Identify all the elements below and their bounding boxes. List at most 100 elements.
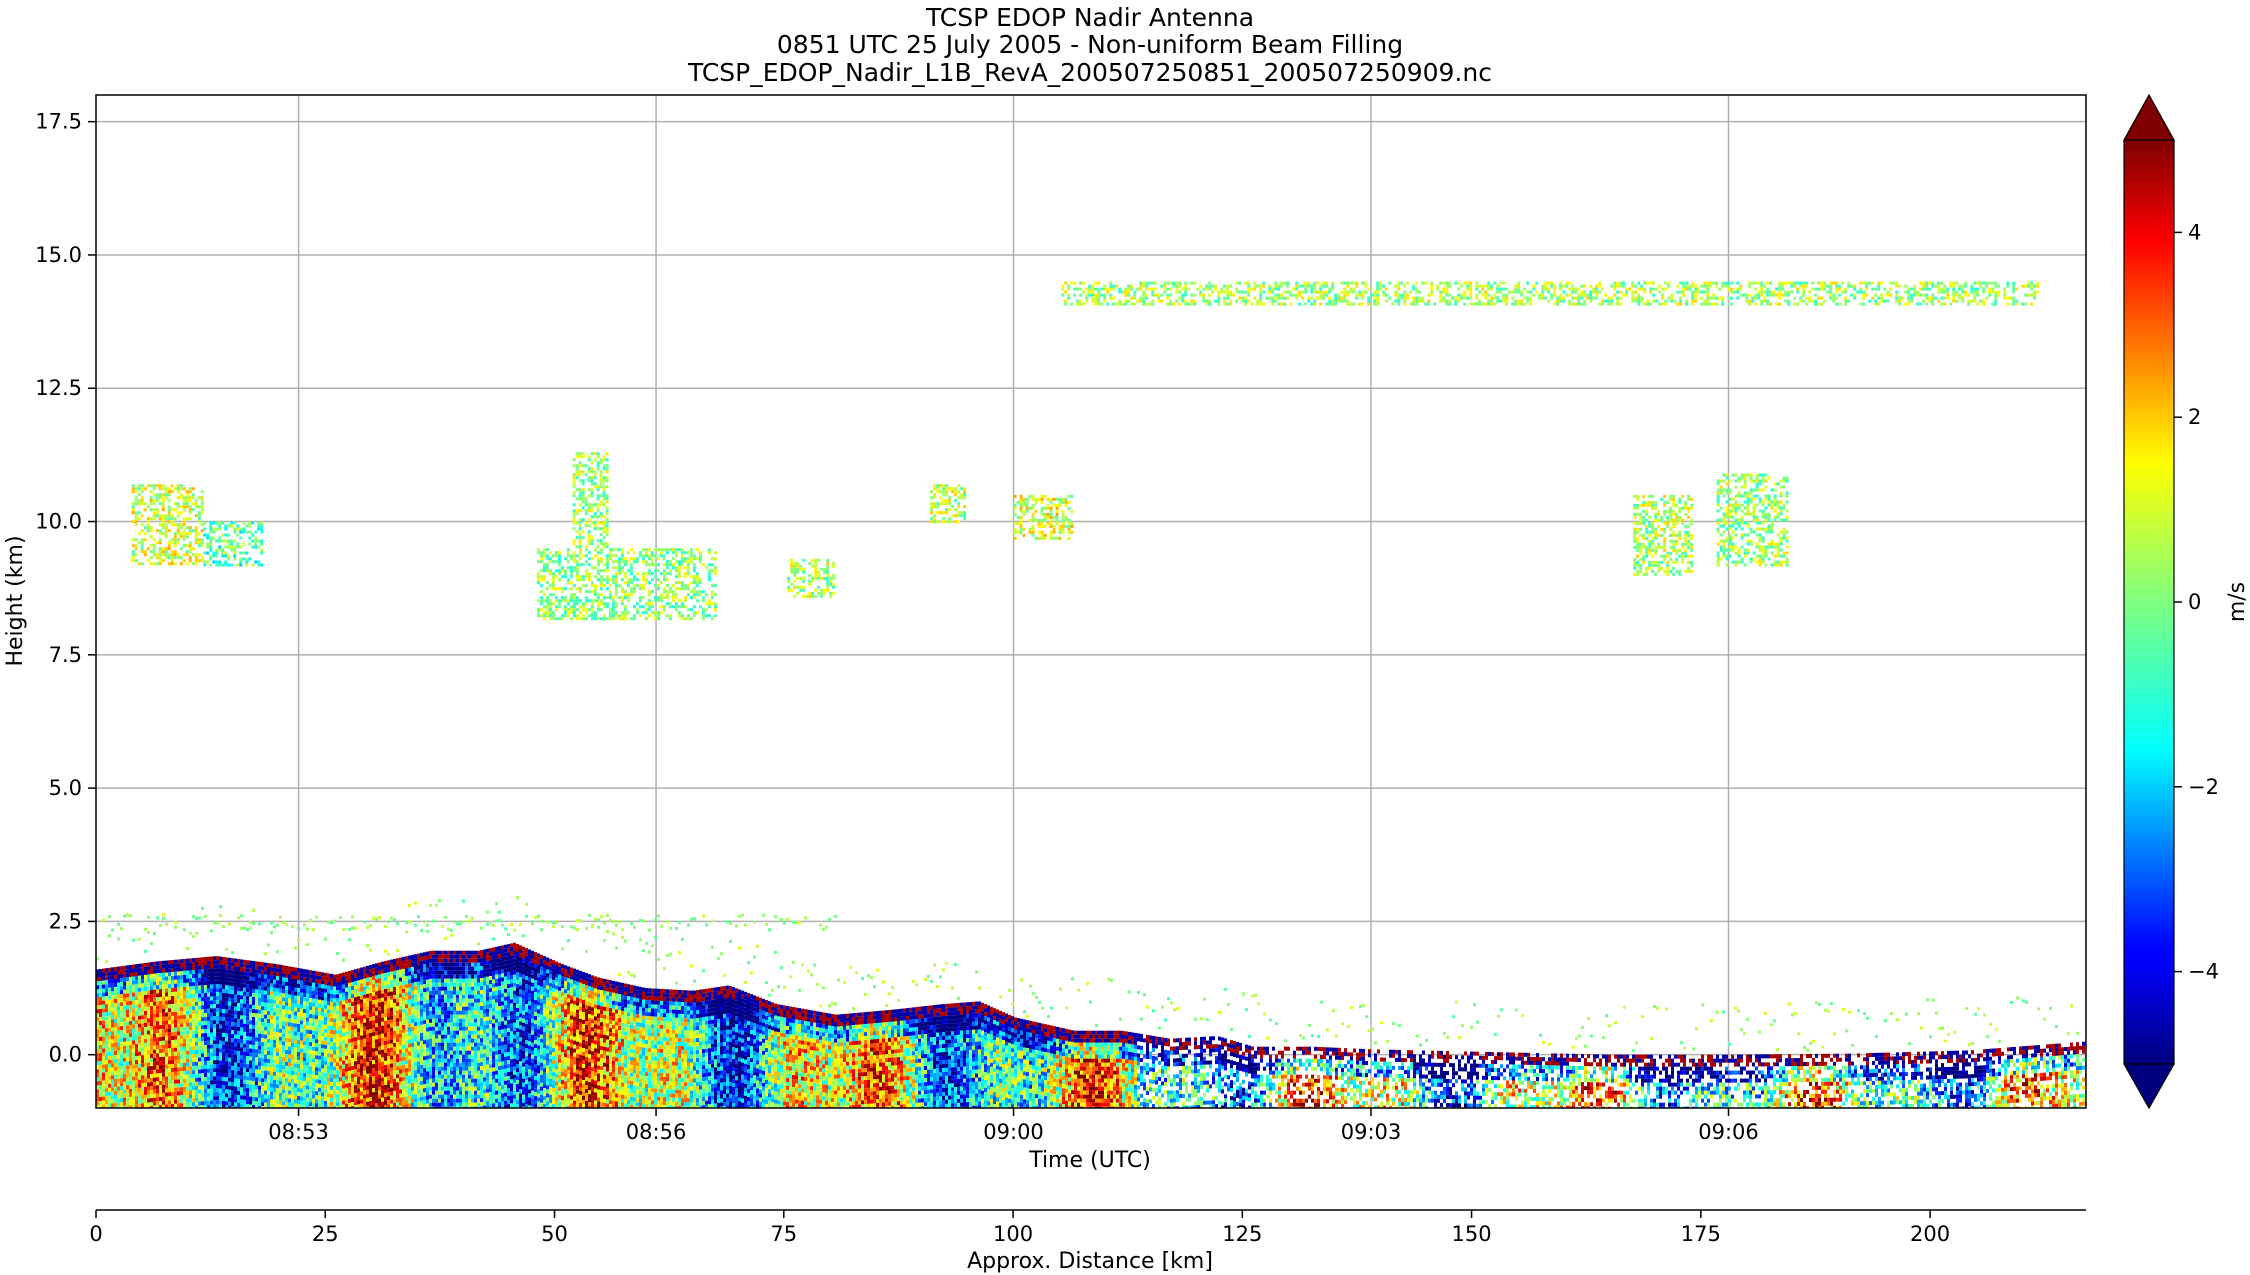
velocity-cell [174, 1019, 177, 1024]
velocity-cell [354, 1049, 357, 1054]
velocity-cell [378, 1030, 381, 1035]
velocity-cell [273, 1075, 276, 1080]
velocity-cell [195, 993, 198, 998]
velocity-cell [435, 1054, 438, 1059]
velocity-cell [183, 958, 186, 963]
velocity-cell [444, 1082, 447, 1087]
chart-title-line-2: 0851 UTC 25 July 2005 - Non-uniform Beam… [777, 30, 1403, 59]
velocity-cell [270, 1071, 273, 1076]
velocity-cell [489, 1060, 492, 1065]
velocity-cell [216, 964, 219, 969]
velocity-cell [366, 1061, 369, 1066]
velocity-cell [399, 1013, 402, 1018]
velocity-cell [183, 1002, 186, 1007]
velocity-cell [129, 1040, 132, 1045]
velocity-cell [486, 1100, 489, 1105]
velocity-cell [279, 1008, 282, 1013]
velocity-cell [204, 993, 207, 998]
velocity-cell [231, 1034, 234, 1039]
velocity-cell [432, 1062, 435, 1067]
velocity-cell [357, 976, 360, 981]
velocity-cell [336, 1006, 339, 1011]
velocity-cell [423, 996, 426, 1001]
velocity-cell [414, 1006, 417, 1011]
velocity-cell [102, 968, 105, 973]
velocity-cell [258, 1037, 261, 1042]
plot-background [96, 95, 2086, 1108]
velocity-cell [207, 972, 210, 977]
velocity-cell [258, 1017, 261, 1022]
velocity-cell [201, 1077, 204, 1082]
velocity-cell [177, 1047, 180, 1052]
velocity-cell [255, 1093, 258, 1098]
velocity-cell [405, 1100, 408, 1105]
velocity-cell [270, 967, 273, 972]
velocity-cell [129, 1084, 132, 1089]
velocity-cell [339, 977, 342, 982]
velocity-cell [147, 1070, 150, 1075]
velocity-cell [294, 1043, 297, 1048]
velocity-cell [174, 999, 177, 1004]
velocity-cell [264, 1062, 267, 1067]
velocity-cell [189, 1086, 192, 1091]
velocity-cell [267, 963, 270, 968]
velocity-cell [468, 962, 471, 967]
velocity-cell [324, 976, 327, 981]
velocity-cell [465, 978, 468, 983]
velocity-cell [222, 1080, 225, 1085]
velocity-cell [252, 1012, 255, 1017]
velocity-cell [447, 1038, 450, 1043]
velocity-cell [231, 974, 234, 979]
velocity-cell [489, 1028, 492, 1033]
velocity-cell [102, 1024, 105, 1029]
velocity-cell [105, 1024, 108, 1029]
velocity-cell [183, 1010, 186, 1015]
velocity-cell [372, 1076, 375, 1081]
velocity-cell [255, 1061, 258, 1066]
velocity-cell [252, 996, 255, 1001]
velocity-cell [264, 1078, 267, 1083]
velocity-cell [324, 1096, 327, 1101]
velocity-cell [243, 1103, 246, 1108]
velocity-cell [360, 1015, 363, 1020]
velocity-cell [204, 965, 207, 970]
velocity-cell [216, 1028, 219, 1033]
velocity-cell [483, 953, 486, 958]
velocity-cell [408, 959, 411, 964]
velocity-cell [258, 1049, 261, 1054]
velocity-cell [150, 1086, 153, 1091]
velocity-cell [138, 1075, 141, 1080]
velocity-cell [156, 1049, 159, 1054]
velocity-cell [222, 1056, 225, 1061]
velocity-cell [273, 1067, 276, 1072]
velocity-cell [477, 1014, 480, 1019]
velocity-cell [264, 952, 267, 956]
velocity-cell [213, 1004, 216, 1009]
velocity-cell [330, 1029, 333, 1034]
velocity-cell [156, 973, 159, 978]
velocity-cell [237, 966, 240, 971]
velocity-cell [297, 1080, 300, 1085]
velocity-cell [399, 981, 402, 986]
velocity-cell [267, 1091, 270, 1096]
velocity-cell [285, 989, 288, 994]
velocity-cell [408, 1031, 411, 1036]
velocity-cell [153, 1097, 156, 1102]
velocity-cell [234, 1026, 237, 1031]
velocity-cell [426, 1079, 429, 1084]
velocity-cell [273, 1015, 276, 1020]
velocity-cell [405, 1096, 408, 1101]
velocity-cell [213, 1100, 216, 1105]
velocity-cell [120, 1014, 123, 1019]
velocity-cell [420, 1040, 423, 1045]
velocity-cell [420, 1100, 423, 1105]
velocity-cell [288, 1026, 291, 1031]
velocity-cell [210, 972, 213, 977]
velocity-cell [168, 1032, 171, 1037]
velocity-cell [201, 1057, 204, 1062]
velocity-cell [279, 1032, 282, 1037]
velocity-cell [366, 1005, 369, 1010]
velocity-cell [336, 1022, 339, 1027]
velocity-cell [174, 1099, 177, 1104]
velocity-cell [468, 1030, 471, 1035]
